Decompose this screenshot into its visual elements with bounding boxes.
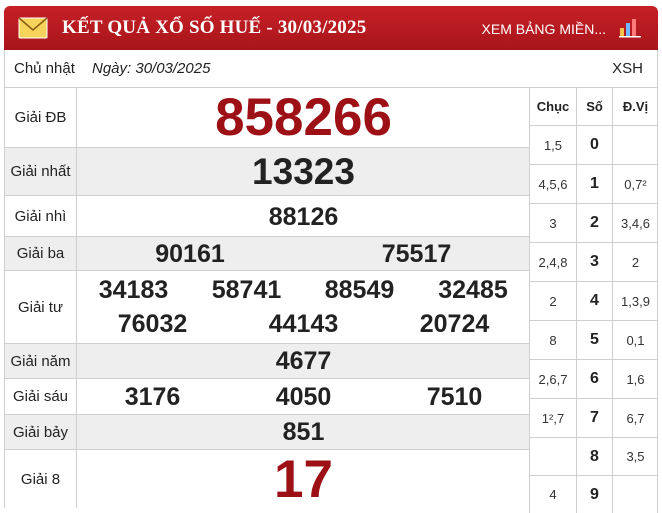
loto-header-dvi: Đ.Vị bbox=[622, 99, 649, 114]
loto-row: 3 2 3,4,6 bbox=[530, 204, 658, 243]
prize-label: Giải bảy bbox=[5, 415, 77, 449]
loto-chuc: 2,6,7 bbox=[530, 360, 577, 398]
loto-chuc bbox=[530, 438, 577, 475]
prize-number: 58741 bbox=[211, 276, 282, 304]
prize-table: Giải ĐB 858266 Giải nhất 13323 Giải nhì … bbox=[4, 88, 530, 509]
prize-number: 90161 bbox=[155, 240, 225, 268]
bar-chart-icon[interactable] bbox=[618, 16, 642, 38]
loto-header-row: Chục Số Đ.Vị bbox=[530, 88, 658, 126]
prize-label: Giải nhì bbox=[5, 196, 77, 236]
prize-row-nhat: Giải nhất 13323 bbox=[5, 148, 530, 196]
draw-day: Chủ nhật bbox=[14, 60, 75, 77]
loto-digit: 8 bbox=[577, 438, 613, 475]
loto-table: Chục Số Đ.Vị 1,5 0 4,5,6 1 0,7² 3 2 3,4,… bbox=[529, 88, 658, 513]
prize-number: 20724 bbox=[419, 310, 490, 338]
prize-row-tu: Giải tư 34183 58741 88549 32485 76032 44… bbox=[5, 271, 530, 344]
envelope-icon bbox=[18, 17, 48, 39]
prize-8-number: 17 bbox=[274, 450, 333, 509]
prize-label: Giải sáu bbox=[5, 379, 77, 414]
loto-row: 4 9 bbox=[530, 476, 658, 513]
page-title: KẾT QUẢ XỔ SỐ HUẾ - 30/03/2025 bbox=[62, 17, 367, 38]
prize-row-ba: Giải ba 90161 75517 bbox=[5, 237, 530, 271]
prize-label: Giải nhất bbox=[5, 148, 77, 195]
loto-dvi bbox=[613, 126, 658, 164]
loto-chuc: 4 bbox=[530, 476, 577, 513]
loto-header-so: Số bbox=[577, 88, 613, 125]
loto-digit: 9 bbox=[577, 476, 613, 513]
loto-chuc: 1²,7 bbox=[530, 399, 577, 437]
draw-date: Ngày: 30/03/2025 bbox=[92, 60, 211, 77]
prize-number: 4677 bbox=[275, 347, 332, 375]
prize-number: 88126 bbox=[268, 203, 339, 231]
loto-dvi: 1,3,9 bbox=[621, 293, 650, 309]
prize-row-bay: Giải bảy 851 bbox=[5, 415, 530, 450]
loto-chuc: 1,5 bbox=[530, 126, 577, 164]
prize-label: Giải 8 bbox=[5, 450, 77, 508]
prize-row-nhi: Giải nhì 88126 bbox=[5, 196, 530, 237]
prize-number: 7510 bbox=[426, 383, 483, 411]
loto-row: 2,4,8 3 2 bbox=[530, 243, 658, 282]
loto-chuc: 4,5,6 bbox=[530, 165, 577, 203]
prize-number: 75517 bbox=[381, 240, 452, 268]
prize-number: 44143 bbox=[268, 310, 339, 338]
loto-chuc: 8 bbox=[530, 321, 577, 359]
loto-dvi: 0,7² bbox=[624, 176, 647, 192]
loto-digit: 2 bbox=[577, 204, 613, 242]
loto-row: 2 4 1,3,9 bbox=[530, 282, 658, 321]
loto-chuc: 2 bbox=[530, 282, 577, 320]
loto-digit: 6 bbox=[577, 360, 613, 398]
prize-row-nam: Giải năm 4677 bbox=[5, 344, 530, 379]
prize-number: 851 bbox=[282, 418, 325, 446]
loto-row: 1,5 0 bbox=[530, 126, 658, 165]
prize-label: Giải năm bbox=[5, 344, 77, 378]
prize-label: Giải ĐB bbox=[5, 88, 77, 147]
loto-dvi: 0,1 bbox=[626, 332, 645, 348]
loto-header-chuc: Chục bbox=[530, 88, 577, 125]
special-prize-number: 858266 bbox=[215, 88, 392, 147]
prize-number: 13323 bbox=[252, 151, 355, 192]
prize-number: 32485 bbox=[438, 276, 508, 304]
loto-chuc: 2,4,8 bbox=[530, 243, 577, 281]
lottery-results-page: KẾT QUẢ XỔ SỐ HUẾ - 30/03/2025 XEM BẢNG … bbox=[0, 0, 662, 513]
prize-row-sau: Giải sáu 3176 4050 7510 bbox=[5, 379, 530, 415]
lottery-code: XSH bbox=[612, 60, 643, 77]
loto-dvi: 6,7 bbox=[626, 410, 645, 426]
loto-digit: 4 bbox=[577, 282, 613, 320]
loto-row: 2,6,7 6 1,6 bbox=[530, 360, 658, 399]
prize-row-8: Giải 8 17 bbox=[5, 450, 530, 509]
region-table-link[interactable]: XEM BẢNG MIỀN... bbox=[482, 21, 606, 37]
results-header: KẾT QUẢ XỔ SỐ HUẾ - 30/03/2025 XEM BẢNG … bbox=[4, 6, 658, 50]
loto-digit: 1 bbox=[577, 165, 613, 203]
prize-number: 76032 bbox=[117, 310, 188, 338]
loto-row: 4,5,6 1 0,7² bbox=[530, 165, 658, 204]
prize-label: Giải ba bbox=[5, 237, 77, 270]
loto-row: 1²,7 7 6,7 bbox=[530, 399, 658, 438]
loto-dvi: 3,5 bbox=[626, 449, 645, 464]
prize-number: 88549 bbox=[324, 276, 395, 304]
loto-digit: 3 bbox=[577, 243, 613, 281]
loto-row: 8 5 0,1 bbox=[530, 321, 658, 360]
prize-number: 4050 bbox=[275, 383, 332, 411]
prize-row-db: Giải ĐB 858266 bbox=[5, 88, 530, 148]
loto-digit: 7 bbox=[577, 399, 613, 437]
loto-digit: 0 bbox=[577, 126, 613, 164]
prize-label: Giải tư bbox=[5, 271, 77, 343]
loto-digit: 5 bbox=[577, 321, 613, 359]
prize-number: 3176 bbox=[124, 383, 181, 411]
draw-info-row: Chủ nhật Ngày: 30/03/2025 XSH bbox=[4, 50, 658, 88]
prize-number: 34183 bbox=[98, 276, 169, 304]
loto-dvi: 2 bbox=[631, 254, 640, 270]
loto-chuc: 3 bbox=[530, 204, 577, 242]
loto-row: 8 3,5 bbox=[530, 438, 658, 476]
loto-dvi bbox=[613, 476, 658, 513]
loto-dvi: 1,6 bbox=[626, 371, 645, 387]
loto-dvi: 3,4,6 bbox=[621, 215, 650, 231]
